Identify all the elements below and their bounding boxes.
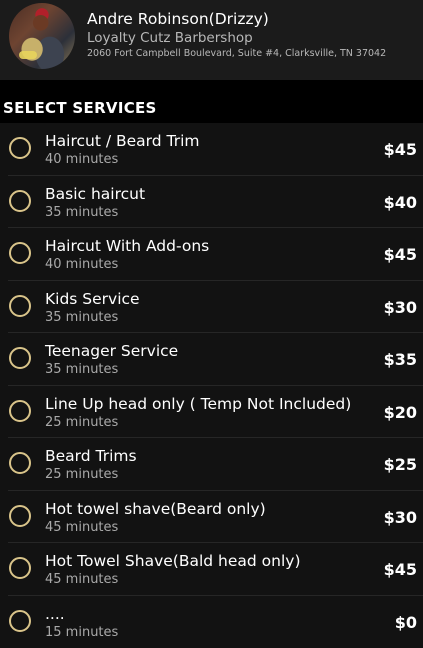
service-row[interactable]: Haircut With Add-ons 40 minutes $45 bbox=[0, 228, 423, 281]
service-price: $45 bbox=[383, 560, 417, 579]
service-duration: 40 minutes bbox=[45, 257, 119, 272]
service-name: Haircut / Beard Trim bbox=[45, 132, 200, 150]
section-title: SELECT SERVICES bbox=[3, 99, 157, 117]
service-price: $45 bbox=[383, 140, 417, 159]
service-price: $40 bbox=[383, 192, 417, 212]
service-price: $0 bbox=[394, 612, 417, 632]
service-duration: 45 minutes bbox=[45, 572, 119, 587]
services-list: Haircut / Beard Trim 40 minutes $45 Basi… bbox=[0, 123, 423, 648]
radio-icon[interactable] bbox=[9, 347, 31, 369]
service-duration: 25 minutes bbox=[45, 414, 119, 430]
service-price: $35 bbox=[383, 350, 417, 369]
service-name: Haircut With Add-ons bbox=[45, 237, 210, 255]
service-name: Hot towel shave(Beard only) bbox=[45, 499, 266, 518]
service-row[interactable]: Hot Towel Shave(Bald head only) 45 minut… bbox=[0, 543, 423, 596]
service-row[interactable]: .... 15 minutes $0 bbox=[0, 595, 423, 648]
service-row[interactable]: Hot towel shave(Beard only) 45 minutes $… bbox=[0, 490, 423, 543]
radio-icon[interactable] bbox=[9, 137, 31, 159]
services-section-header: SELECT SERVICES bbox=[0, 80, 423, 123]
service-price: $20 bbox=[383, 402, 417, 422]
radio-icon[interactable] bbox=[9, 609, 31, 632]
service-row[interactable]: Kids Service 35 minutes $30 bbox=[0, 280, 423, 333]
service-price: $30 bbox=[383, 507, 417, 527]
service-name: Hot Towel Shave(Bald head only) bbox=[45, 552, 301, 570]
service-price: $45 bbox=[383, 245, 417, 264]
service-name: Kids Service bbox=[45, 289, 140, 308]
shop-name: Loyalty Cutz Barbershop bbox=[87, 30, 253, 46]
shop-address: 2060 Fort Campbell Boulevard, Suite #4, … bbox=[87, 48, 387, 59]
service-row[interactable]: Basic haircut 35 minutes $40 bbox=[0, 175, 423, 228]
service-row[interactable]: Beard Trims 25 minutes $25 bbox=[0, 438, 423, 491]
service-row[interactable]: Line Up head only ( Temp Not Included) 2… bbox=[0, 385, 423, 438]
radio-icon[interactable] bbox=[9, 294, 31, 317]
service-name: Teenager Service bbox=[45, 342, 179, 360]
service-duration: 35 minutes bbox=[45, 204, 119, 220]
radio-icon[interactable] bbox=[9, 242, 31, 264]
service-duration: 35 minutes bbox=[45, 309, 119, 325]
barber-avatar bbox=[9, 3, 75, 69]
radio-icon[interactable] bbox=[9, 399, 31, 422]
service-duration: 40 minutes bbox=[45, 152, 119, 167]
service-duration: 35 minutes bbox=[45, 362, 119, 377]
service-price: $30 bbox=[383, 297, 417, 317]
service-price: $25 bbox=[383, 455, 417, 474]
service-name: .... bbox=[45, 604, 65, 623]
service-name: Beard Trims bbox=[45, 447, 137, 465]
service-duration: 25 minutes bbox=[45, 467, 119, 482]
barber-name: Andre Robinson(Drizzy) bbox=[87, 10, 269, 28]
service-row[interactable]: Haircut / Beard Trim 40 minutes $45 bbox=[0, 123, 423, 176]
service-name: Line Up head only ( Temp Not Included) bbox=[45, 394, 352, 413]
barber-header: Andre Robinson(Drizzy) Loyalty Cutz Barb… bbox=[0, 0, 423, 80]
radio-icon[interactable] bbox=[9, 189, 31, 212]
radio-icon[interactable] bbox=[9, 504, 31, 527]
service-name: Basic haircut bbox=[45, 184, 146, 203]
service-duration: 45 minutes bbox=[45, 519, 119, 535]
radio-icon[interactable] bbox=[9, 452, 31, 474]
service-row[interactable]: Teenager Service 35 minutes $35 bbox=[0, 333, 423, 386]
service-duration: 15 minutes bbox=[45, 624, 119, 640]
radio-icon[interactable] bbox=[9, 557, 31, 579]
